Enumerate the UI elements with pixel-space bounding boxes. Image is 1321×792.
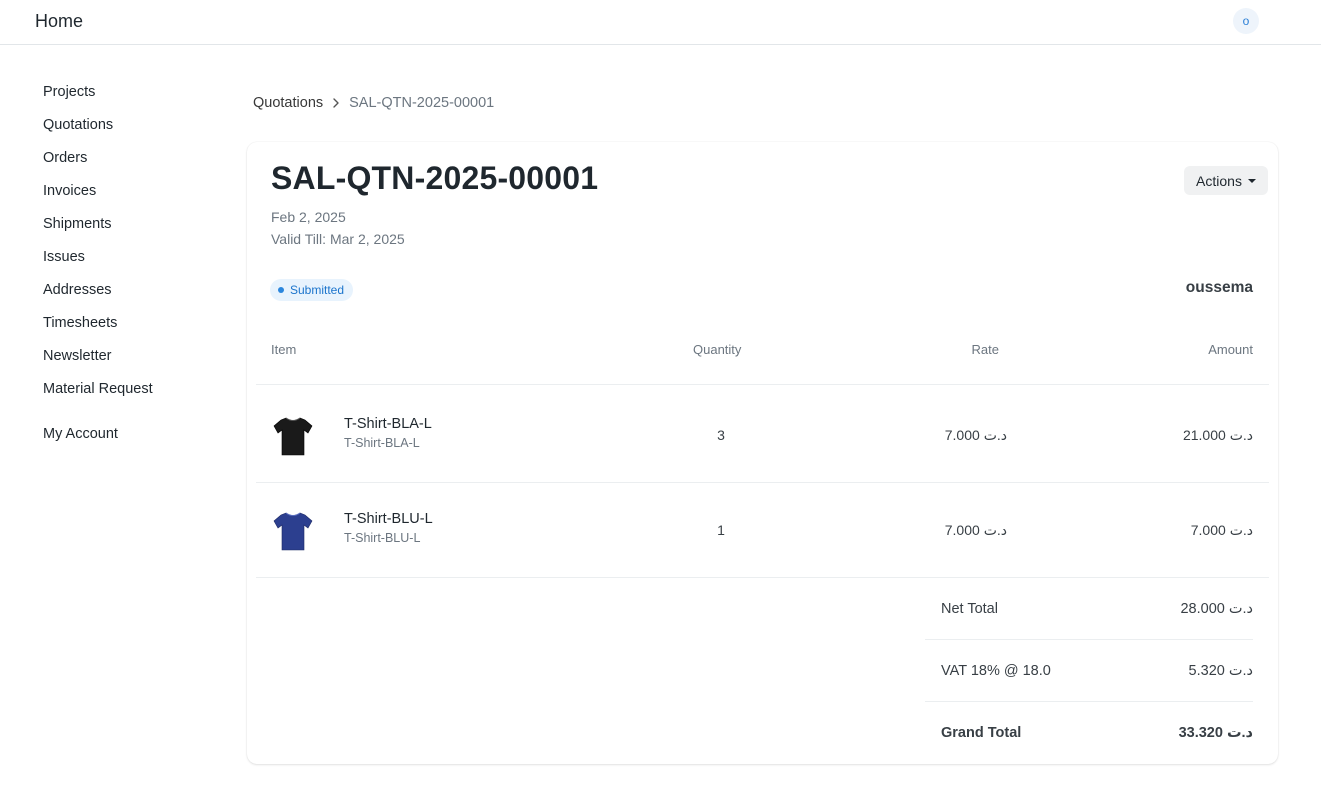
customer-name: oussema xyxy=(1185,279,1253,296)
table-row: T-Shirt-BLA-L T-Shirt-BLA-L 3 7.000 د.ت … xyxy=(256,385,1269,482)
item-code: T-Shirt-BLU-L xyxy=(344,531,421,545)
sidebar-item-shipments[interactable]: Shipments xyxy=(43,214,223,247)
item-amount: 7.000 د.ت xyxy=(1190,522,1253,538)
actions-label: Actions xyxy=(1196,172,1242,189)
column-header-item: Item xyxy=(271,342,297,357)
item-quantity: 1 xyxy=(717,522,725,538)
item-name: T-Shirt-BLU-L xyxy=(344,511,433,527)
valid-till: Valid Till: Mar 2, 2025 xyxy=(271,231,405,247)
breadcrumb: Quotations SAL-QTN-2025-00001 xyxy=(253,95,494,111)
sidebar-item-quotations[interactable]: Quotations xyxy=(43,115,223,148)
item-code: T-Shirt-BLA-L xyxy=(344,436,420,450)
table-row: T-Shirt-BLU-L T-Shirt-BLU-L 1 7.000 د.ت … xyxy=(256,480,1269,577)
page-title: SAL-QTN-2025-00001 xyxy=(271,160,599,196)
net-total-value: 28.000 د.ت xyxy=(1180,601,1253,617)
item-quantity: 3 xyxy=(717,427,725,443)
item-name: T-Shirt-BLA-L xyxy=(344,416,432,432)
chevron-right-icon xyxy=(332,98,340,108)
status-label: Submitted xyxy=(290,283,345,297)
actions-dropdown-button[interactable]: Actions xyxy=(1184,166,1268,195)
user-avatar[interactable]: o xyxy=(1233,8,1259,34)
vat-row: VAT 18% @ 18.0 5.320 د.ت xyxy=(925,640,1253,702)
sidebar-item-timesheets[interactable]: Timesheets xyxy=(43,313,223,346)
totals-section: Net Total 28.000 د.ت VAT 18% @ 18.0 5.32… xyxy=(925,578,1253,764)
valid-till-label: Valid Till: xyxy=(271,231,326,247)
sidebar-item-addresses[interactable]: Addresses xyxy=(43,280,223,313)
status-dot-icon xyxy=(278,287,284,293)
net-total-label: Net Total xyxy=(941,601,998,617)
status-badge: Submitted xyxy=(270,279,354,301)
grand-total-value: 33.320 د.ت xyxy=(1178,725,1253,741)
document-date: Feb 2, 2025 xyxy=(271,209,346,225)
sidebar-item-my-account[interactable]: My Account xyxy=(43,424,223,457)
vat-label: VAT 18% @ 18.0 xyxy=(941,663,1051,679)
black-tshirt-icon xyxy=(269,412,317,460)
grand-total-row: Grand Total 33.320 د.ت xyxy=(925,702,1253,764)
vat-value: 5.320 د.ت xyxy=(1188,663,1253,679)
sidebar-item-projects[interactable]: Projects xyxy=(43,82,223,115)
sidebar-item-material-request[interactable]: Material Request xyxy=(43,379,223,412)
net-total-row: Net Total 28.000 د.ت xyxy=(925,578,1253,640)
item-rate: 7.000 د.ت xyxy=(944,427,1007,443)
sidebar-item-issues[interactable]: Issues xyxy=(43,247,223,280)
blue-tshirt-icon xyxy=(269,507,317,555)
breadcrumb-current: SAL-QTN-2025-00001 xyxy=(349,95,495,111)
item-amount: 21.000 د.ت xyxy=(1182,427,1253,443)
sidebar-item-newsletter[interactable]: Newsletter xyxy=(43,346,223,379)
sidebar-item-invoices[interactable]: Invoices xyxy=(43,181,223,214)
home-link[interactable]: Home xyxy=(35,11,83,32)
grand-total-label: Grand Total xyxy=(941,725,1022,741)
caret-down-icon xyxy=(1247,178,1256,183)
top-navbar: Home o xyxy=(0,0,1321,45)
item-rate: 7.000 د.ت xyxy=(944,522,1007,538)
breadcrumb-quotations-link[interactable]: Quotations xyxy=(253,95,323,111)
sidebar-item-orders[interactable]: Orders xyxy=(43,148,223,181)
quotation-card: SAL-QTN-2025-00001 Feb 2, 2025 Valid Til… xyxy=(247,142,1278,764)
valid-till-date: Mar 2, 2025 xyxy=(329,231,405,247)
sidebar: Projects Quotations Orders Invoices Ship… xyxy=(43,82,223,457)
column-header-amount: Amount xyxy=(1208,342,1253,357)
column-header-quantity: Quantity xyxy=(693,342,742,357)
column-header-rate: Rate xyxy=(971,342,999,357)
